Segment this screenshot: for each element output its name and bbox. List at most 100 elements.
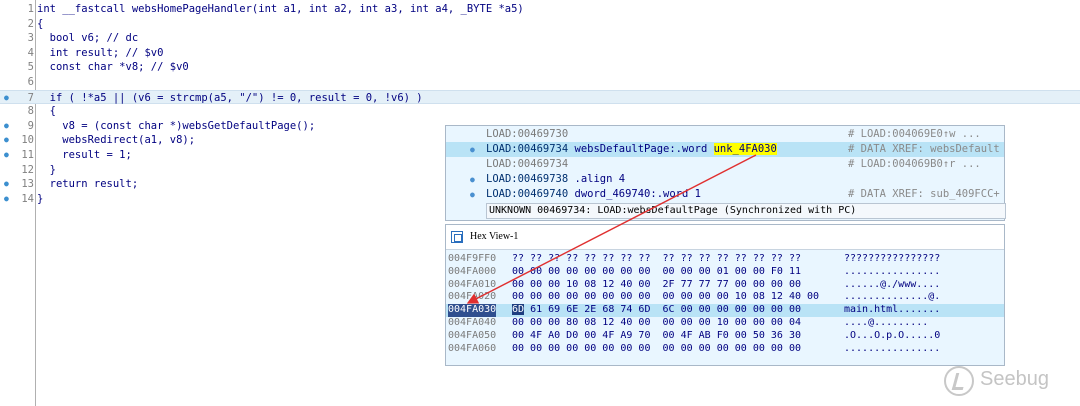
code-text: }: [37, 192, 44, 205]
hex-row[interactable]: 004FA040 00 00 00 80 08 12 40 00 00 00 00…: [446, 317, 1004, 330]
hex-view-icon: [451, 231, 463, 243]
code-text: websRedirect(a1, v8);: [37, 134, 196, 147]
hex-bytes: 6D 61 69 6E 2E 68 74 6D 6C 00 00 00 00 0…: [512, 304, 801, 317]
code-text: result = 1;: [37, 149, 132, 161]
code-line[interactable]: 4 int result; // $v0: [0, 46, 1080, 61]
line-number: 9: [27, 119, 34, 132]
hex-bytes: 00 00 00 00 00 00 00 00 00 00 00 00 00 0…: [512, 343, 801, 356]
line-number: 4: [27, 46, 34, 59]
code-text: {: [37, 17, 44, 30]
hex-ascii: ....@.........: [844, 317, 929, 328]
line-number: 12: [21, 163, 34, 176]
code-line[interactable]: 8 {: [0, 104, 1080, 119]
hex-address: 004FA010: [448, 278, 497, 290]
disasm-address-text: LOAD:00469738: [486, 173, 569, 185]
hex-ascii: ..............@.: [844, 291, 941, 303]
disasm-line[interactable]: ● LOAD:00469734 websDefaultPage:.word unk…: [446, 142, 1004, 157]
hex-bytes: 00 00 00 80 08 12 40 00 00 00 00 10 00 0…: [512, 317, 801, 330]
hex-bytes-text: 00 00 00 00 00 00 00 00 00 00 00 01 00 0…: [512, 265, 801, 277]
disasm-line[interactable]: LOAD:00469734 # LOAD:004069B0↑r ...: [446, 157, 1004, 172]
line-number: 8: [27, 105, 34, 118]
hex-ascii: .O...O.p.O.....0: [844, 329, 941, 341]
hex-cursor-byte[interactable]: 6D: [512, 304, 525, 316]
code-text: int __fastcall websHomePageHandler(int a…: [37, 3, 524, 15]
xref-target-label[interactable]: unk_4FA030: [713, 143, 777, 155]
hex-bytes-text: 00 00 00 00 00 00 00 00 00 00 00 00 00 0…: [512, 342, 801, 354]
disasm-line[interactable]: ● LOAD:00469738 .align 4: [446, 172, 1004, 187]
hex-address: 004FA020: [448, 291, 497, 303]
code-line[interactable]: ● 7 if ( !*a5 || (v6 = strcmp(a5, "/") !=…: [0, 89, 1080, 105]
hex-ascii: ................: [844, 342, 941, 354]
hex-row[interactable]: 004FA000 00 00 00 00 00 00 00 00 00 00 00…: [446, 266, 1004, 279]
disasm-marker-icon: ●: [470, 145, 475, 154]
disassembly-hint-popup[interactable]: LOAD:00469730 # LOAD:004069E0↑w ... ● LOAD:…: [445, 125, 1006, 221]
hex-bytes: ?? ?? ?? ?? ?? ?? ?? ?? ?? ?? ?? ?? ?? ?…: [512, 253, 801, 266]
disasm-marker-icon: ●: [470, 175, 475, 184]
hex-bytes: 00 00 00 00 00 00 00 00 00 00 00 01 00 0…: [512, 266, 801, 279]
hex-ascii: ????????????????: [844, 253, 941, 264]
hex-ascii: ......@./www....: [844, 278, 941, 290]
disasm-address-text: LOAD:00469734: [486, 143, 569, 155]
code-text: const char *v8; // $v0: [37, 61, 189, 74]
disasm-comment: # LOAD:004069B0↑r ...: [848, 158, 981, 170]
code-text: {: [37, 105, 56, 118]
hex-bytes-text: 00 00 00 10 08 12 40 00 2F 77 77 77 00 0…: [512, 278, 801, 290]
code-line[interactable]: 1 int __fastcall websHomePageHandler(int …: [0, 2, 1080, 17]
seebug-logo-icon: [944, 366, 974, 396]
hex-address: 004FA040: [448, 317, 497, 328]
code-line[interactable]: 2{: [0, 17, 1080, 32]
hex-view-panel[interactable]: Hex View-1 004F9FF0 ?? ?? ?? ?? ?? ?? ?? …: [445, 224, 1005, 366]
line-number: 5: [27, 61, 34, 74]
disasm-line[interactable]: ● LOAD:00469740 dword_469740:.word 1 # DAT…: [446, 187, 1004, 202]
hex-bytes-text: 00 4F A0 D0 00 4F A9 70 00 4F AB F0 00 5…: [512, 329, 801, 341]
hex-bytes: 00 00 00 00 00 00 00 00 00 00 00 00 10 0…: [512, 291, 819, 304]
code-text: v8 = (const char *)websGetDefaultPage();: [37, 119, 316, 132]
disasm-instruction: .align 4: [568, 173, 626, 185]
hex-row[interactable]: 004FA020 00 00 00 00 00 00 00 00 00 00 00…: [446, 291, 1004, 304]
disasm-address-text: LOAD:00469740: [486, 188, 569, 200]
hex-bytes: 00 4F A0 D0 00 4F A9 70 00 4F AB F0 00 5…: [512, 330, 801, 343]
hex-view-title: Hex View-1: [470, 231, 519, 242]
line-number: 13: [21, 178, 34, 191]
hex-view-title-bar[interactable]: Hex View-1: [446, 225, 1004, 250]
hex-ascii: main.html.......: [844, 304, 941, 316]
hex-row[interactable]: 004FA050 00 4F A0 D0 00 4F A9 70 00 4F AB…: [446, 330, 1004, 343]
code-line[interactable]: 6: [0, 75, 1080, 90]
seebug-watermark: Seebug: [944, 366, 1074, 396]
disasm-comment: # DATA XREF: websDefault: [848, 143, 1000, 155]
hex-address: 004FA000: [448, 265, 497, 277]
disasm-address: LOAD:00469730: [486, 127, 568, 142]
disasm-address: LOAD:00469738 .align 4: [486, 172, 625, 187]
code-text: int result; // $v0: [37, 46, 164, 59]
hex-bytes-text: ?? ?? ?? ?? ?? ?? ?? ?? ?? ?? ?? ?? ?? ?…: [512, 253, 801, 264]
line-number: 2: [27, 17, 34, 30]
code-line[interactable]: 5 const char *v8; // $v0: [0, 60, 1080, 75]
code-line[interactable]: 3 bool v6; // dc: [0, 31, 1080, 46]
disasm-instruction: dword_469740:.word 1: [568, 188, 701, 200]
hex-bytes: 00 00 00 10 08 12 40 00 2F 77 77 77 00 0…: [512, 279, 801, 292]
hex-row[interactable]: 004FA030 6D 61 69 6E 2E 68 74 6D 6C 00 00…: [446, 304, 1004, 317]
disasm-marker-icon: ●: [470, 190, 475, 199]
disasm-address-text: LOAD:00469730: [486, 128, 569, 140]
hex-bytes-text: 00 00 00 80 08 12 40 00 00 00 00 10 00 0…: [512, 317, 801, 328]
line-number: 11: [21, 149, 34, 161]
disasm-instruction: websDefaultPage:.word: [568, 143, 714, 155]
disasm-address-text: LOAD:00469734: [486, 158, 569, 170]
line-number: 7: [27, 91, 34, 104]
disasm-address: LOAD:00469740 dword_469740:.word 1: [486, 187, 701, 202]
line-number: 6: [27, 76, 34, 88]
hex-bytes-text: 61 69 6E 2E 68 74 6D 6C 00 00 00 00 00 0…: [524, 304, 801, 316]
hex-address: 004F9FF0: [448, 253, 497, 264]
disasm-status-bar: UNKNOWN 00469734: LOAD:websDefaultPage (…: [486, 203, 1006, 219]
hex-address: 004FA060: [448, 342, 497, 354]
line-number: 10: [21, 134, 34, 147]
code-text: }: [37, 163, 56, 176]
disasm-line[interactable]: LOAD:00469730 # LOAD:004069E0↑w ...: [446, 127, 1004, 142]
hex-address: 004FA030: [448, 304, 497, 317]
hex-row[interactable]: 004FA010 00 00 00 10 08 12 40 00 2F 77 77…: [446, 279, 1004, 292]
disasm-comment: # LOAD:004069E0↑w ...: [848, 128, 981, 140]
hex-row[interactable]: 004FA060 00 00 00 00 00 00 00 00 00 00 00…: [446, 343, 1004, 356]
code-text: return result;: [37, 178, 139, 191]
hex-row[interactable]: 004F9FF0 ?? ?? ?? ?? ?? ?? ?? ?? ?? ?? ??…: [446, 253, 1004, 266]
disasm-address: LOAD:00469734 websDefaultPage:.word unk_…: [486, 142, 777, 157]
